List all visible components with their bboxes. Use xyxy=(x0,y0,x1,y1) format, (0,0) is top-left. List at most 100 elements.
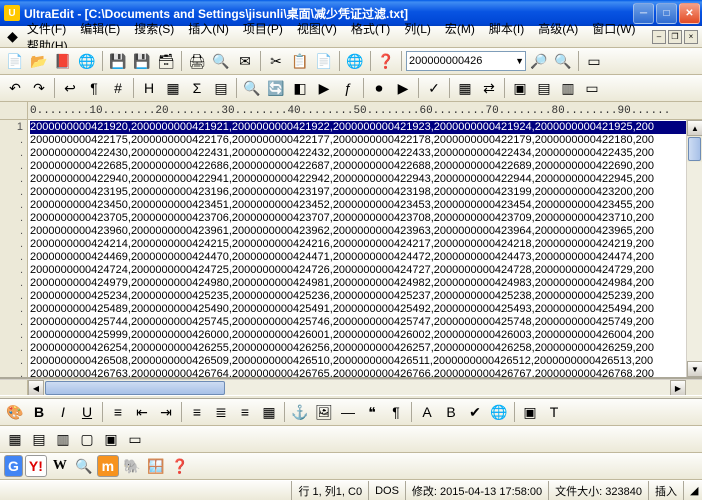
scroll-track-h[interactable] xyxy=(44,380,670,395)
format-a-button[interactable]: A xyxy=(416,401,438,423)
hex-mode-button[interactable]: H xyxy=(138,77,160,99)
outdent-button[interactable]: ⇤ xyxy=(131,401,153,423)
text-line[interactable]: 2000000000425489,2000000000425490,200000… xyxy=(30,303,686,316)
browser-preview-button[interactable]: 🌐 xyxy=(488,401,510,423)
find-prev-button[interactable]: 🔍 xyxy=(552,50,574,72)
scroll-thumb-v[interactable] xyxy=(688,137,701,161)
search-dropdown-icon[interactable]: ▼ xyxy=(515,56,524,66)
align-center-button[interactable]: ≣ xyxy=(210,401,232,423)
validate-button[interactable]: ✔ xyxy=(464,401,486,423)
text-line[interactable]: 2000000000423960,2000000000423961,200000… xyxy=(30,225,686,238)
app-menu-icon[interactable]: ◆ xyxy=(4,28,21,46)
google-button[interactable]: G xyxy=(4,455,23,477)
paste-button[interactable]: 📄 xyxy=(313,50,335,72)
text-line[interactable]: 2000000000423705,2000000000423706,200000… xyxy=(30,212,686,225)
text-line[interactable]: 2000000000426254,2000000000426255,200000… xyxy=(30,342,686,355)
menu-item[interactable]: 格式(T) xyxy=(345,20,396,38)
new-file-button[interactable]: 📄 xyxy=(4,50,26,72)
wikipedia-button[interactable]: W xyxy=(49,455,71,477)
format-b-button[interactable]: B xyxy=(440,401,462,423)
menu-item[interactable]: 项目(P) xyxy=(237,20,289,38)
scroll-up-button[interactable]: ▲ xyxy=(687,120,702,136)
text-line[interactable]: 2000000000422175,2000000000422176,200000… xyxy=(30,134,686,147)
print-button[interactable]: 🖨 xyxy=(186,50,208,72)
table-row-button[interactable]: ▤ xyxy=(28,428,50,450)
text-line[interactable]: 2000000000423450,2000000000423451,200000… xyxy=(30,199,686,212)
mdi-minimize-button[interactable]: – xyxy=(652,30,666,44)
text-to-html-button[interactable]: T xyxy=(543,401,565,423)
line-numbers-button[interactable]: # xyxy=(107,77,129,99)
find-next-button[interactable]: 🔎 xyxy=(528,50,550,72)
macro-record-button[interactable]: ⏺ xyxy=(368,77,390,99)
close-file-button[interactable]: 📕 xyxy=(52,50,74,72)
scroll-down-button[interactable]: ▼ xyxy=(687,361,702,377)
macro-play-button[interactable]: ▶ xyxy=(392,77,414,99)
find-button[interactable]: 🔍 xyxy=(241,77,263,99)
search-input[interactable] xyxy=(406,51,526,71)
mdi-restore-button[interactable]: ❐ xyxy=(668,30,682,44)
table-header-button[interactable]: ▣ xyxy=(100,428,122,450)
mediawiki-button[interactable]: m xyxy=(97,455,119,477)
text-line[interactable]: 2000000000425234,2000000000425235,200000… xyxy=(30,290,686,303)
save-all-button[interactable]: 🗃 xyxy=(155,50,177,72)
justify-button[interactable]: ▦ xyxy=(258,401,280,423)
scroll-right-button[interactable]: ▶ xyxy=(670,380,686,396)
insert-color-button[interactable]: 🎨 xyxy=(4,401,26,423)
maximize-button[interactable]: □ xyxy=(656,3,677,24)
text-line[interactable]: 2000000000424724,2000000000424725,200000… xyxy=(30,264,686,277)
print-preview-button[interactable]: 🔍 xyxy=(210,50,232,72)
menu-item[interactable]: 高级(A) xyxy=(532,20,584,38)
image-button[interactable]: 🖼 xyxy=(313,401,335,423)
vertical-scrollbar[interactable]: ▲ ▼ xyxy=(686,120,702,377)
text-line[interactable]: 2000000000422430,2000000000422431,200000… xyxy=(30,147,686,160)
table-cell-button[interactable]: ▢ xyxy=(76,428,98,450)
menu-item[interactable]: 搜索(S) xyxy=(128,20,180,38)
bookmark-toggle-button[interactable]: ◧ xyxy=(289,77,311,99)
redo-button[interactable]: ↷ xyxy=(28,77,50,99)
replace-button[interactable]: 🔄 xyxy=(265,77,287,99)
menu-item[interactable]: 编辑(E) xyxy=(74,20,126,38)
text-line[interactable]: 2000000000426763,2000000000426764,200000… xyxy=(30,368,686,377)
resize-grip[interactable]: ◢ xyxy=(684,481,702,500)
search-engine-button[interactable]: 🔍 xyxy=(73,455,95,477)
paragraph-button[interactable]: ¶ xyxy=(385,401,407,423)
help-button[interactable]: ❓ xyxy=(375,50,397,72)
text-line[interactable]: 2000000000424469,2000000000424470,200000… xyxy=(30,251,686,264)
php-button[interactable]: 🐘 xyxy=(121,455,143,477)
text-line[interactable]: 2000000000424979,2000000000424980,200000… xyxy=(30,277,686,290)
bookmark-next-button[interactable]: ▶ xyxy=(313,77,335,99)
compare-button[interactable]: ⇄ xyxy=(478,77,500,99)
help2-button[interactable]: ❓ xyxy=(169,455,191,477)
menu-item[interactable]: 列(L) xyxy=(398,20,437,38)
scroll-left-button[interactable]: ◀ xyxy=(28,380,44,396)
browser-button[interactable]: 🌐 xyxy=(344,50,366,72)
tile-h-button[interactable]: ▤ xyxy=(533,77,555,99)
save-as-button[interactable]: 💾 xyxy=(131,50,153,72)
horizontal-scrollbar[interactable]: ◀ ▶ xyxy=(0,379,702,395)
align-right-button[interactable]: ≡ xyxy=(234,401,256,423)
text-line[interactable]: 2000000000422685,2000000000422686,200000… xyxy=(30,160,686,173)
text-line[interactable]: 2000000000421920,2000000000421921,200000… xyxy=(30,121,686,134)
hr-button[interactable]: — xyxy=(337,401,359,423)
list-button[interactable]: ≡ xyxy=(107,401,129,423)
msdn-button[interactable]: 🪟 xyxy=(145,455,167,477)
sum-button[interactable]: Σ xyxy=(186,77,208,99)
column-mode-button[interactable]: ▦ xyxy=(162,77,184,99)
terminal2-button[interactable]: ▣ xyxy=(519,401,541,423)
undo-button[interactable]: ↶ xyxy=(4,77,26,99)
mdi-close-button[interactable]: × xyxy=(684,30,698,44)
bold-button[interactable]: B xyxy=(28,401,50,423)
cascade-button[interactable]: ▭ xyxy=(581,77,603,99)
ftp-button[interactable]: 🌐 xyxy=(76,50,98,72)
menu-item[interactable]: 窗口(W) xyxy=(586,20,641,38)
text-line[interactable]: 2000000000425999,2000000000426000,200000… xyxy=(30,329,686,342)
menu-item[interactable]: 宏(M) xyxy=(439,20,481,38)
scroll-track-v[interactable] xyxy=(687,162,702,361)
save-button[interactable]: 💾 xyxy=(107,50,129,72)
menu-item[interactable]: 插入(N) xyxy=(182,20,235,38)
text-line[interactable]: 2000000000423195,2000000000423196,200000… xyxy=(30,186,686,199)
menu-item[interactable]: 文件(F) xyxy=(21,20,72,38)
open-file-button[interactable]: 📂 xyxy=(28,50,50,72)
terminal-button[interactable]: ▣ xyxy=(509,77,531,99)
text-line[interactable]: 2000000000425744,2000000000425745,200000… xyxy=(30,316,686,329)
